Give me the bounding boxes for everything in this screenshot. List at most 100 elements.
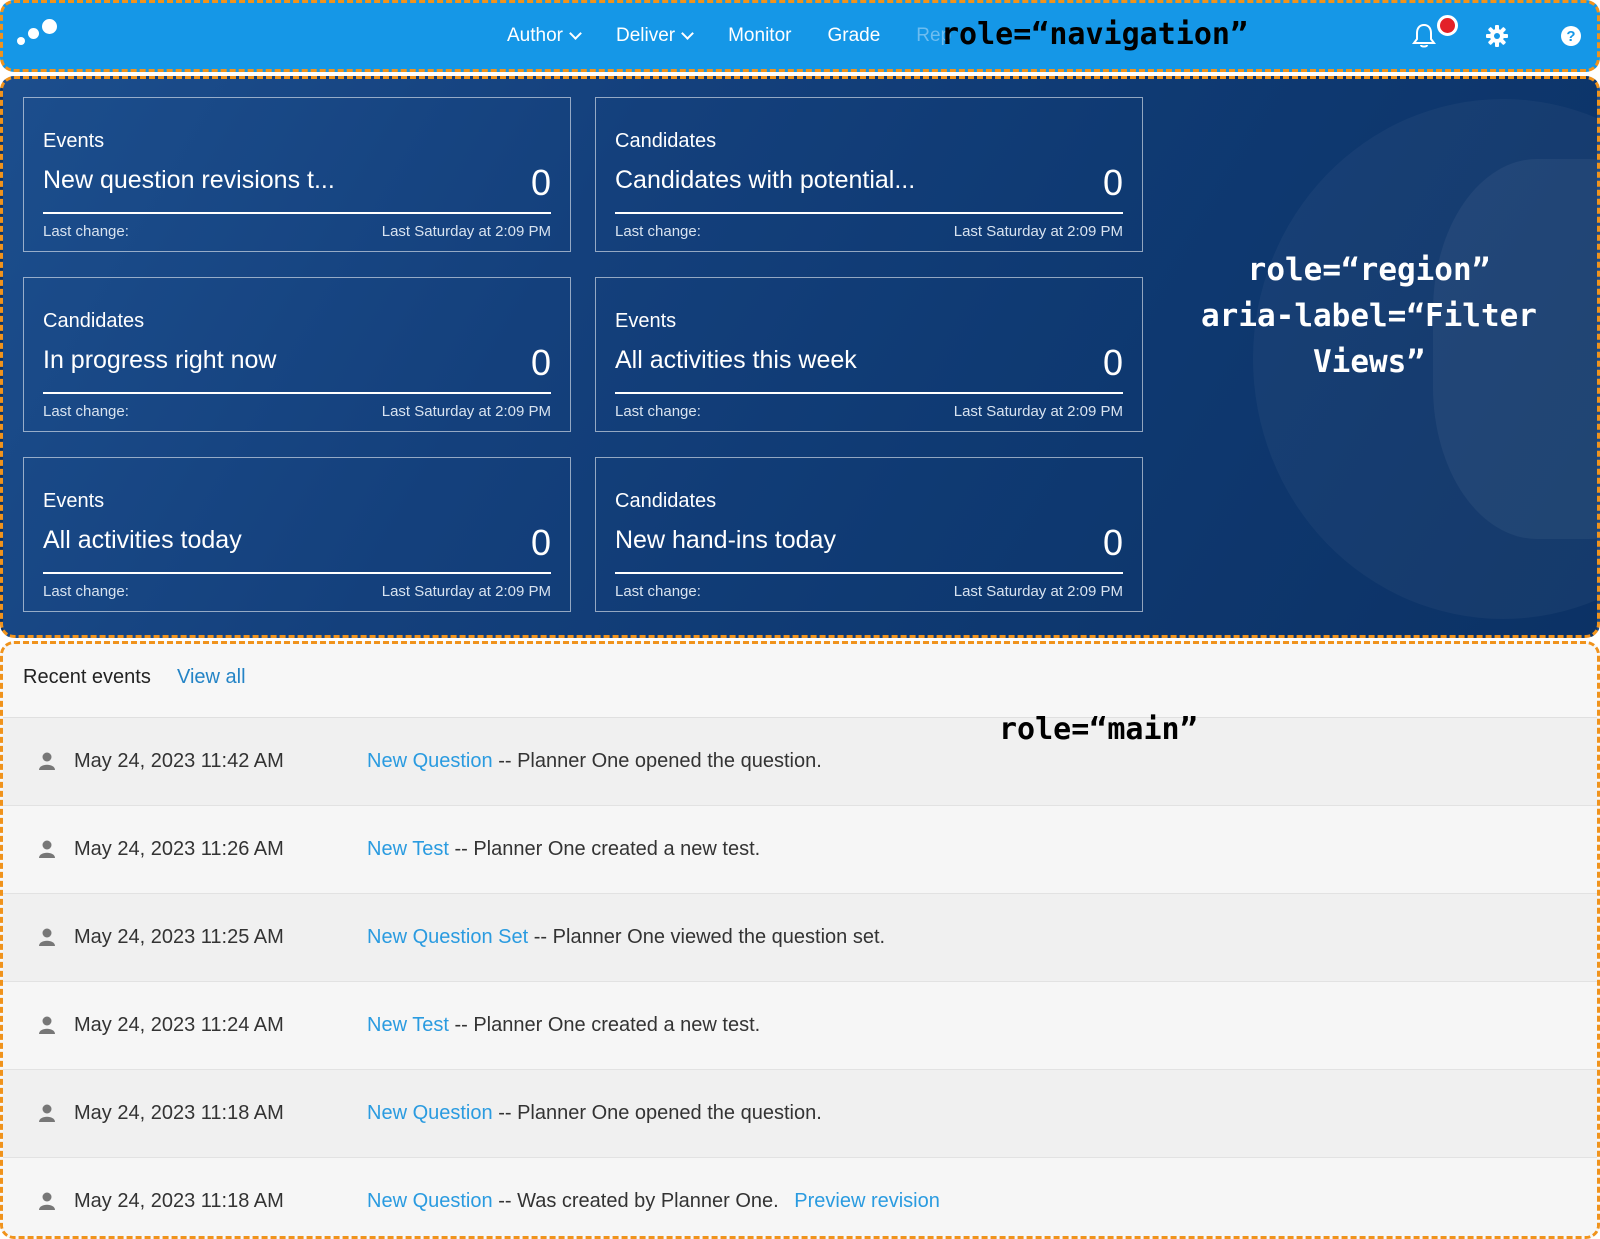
chevron-down-icon — [681, 27, 694, 40]
card-last-change-value: Last Saturday at 2:09 PM — [953, 403, 1123, 420]
card-category: Events — [43, 490, 105, 512]
event-link[interactable]: New Question Set — [367, 926, 528, 948]
recent-events-list: May 24, 2023 11:42 AM New Question -- Pl… — [3, 718, 1597, 1236]
card-category: Candidates — [615, 130, 717, 152]
gear-icon[interactable] — [1482, 21, 1512, 51]
top-navigation: Author Deliver Monitor Grade Rep role=“n… — [0, 0, 1600, 72]
card-last-change-label: Last change: — [615, 223, 701, 240]
event-description: New Question -- Planner One opened the q… — [367, 750, 822, 773]
card-count: 0 — [530, 162, 551, 203]
nav-item-grade-label: Grade — [827, 25, 881, 46]
event-separator: -- — [498, 1102, 512, 1124]
event-timestamp: May 24, 2023 11:25 AM — [74, 926, 284, 948]
card-category: Events — [615, 310, 677, 332]
filter-card[interactable]: Candidates Candidates with potential... … — [595, 97, 1143, 252]
card-last-change-label: Last change: — [615, 583, 701, 600]
event-link[interactable]: New Question — [367, 1102, 493, 1124]
card-last-change-label: Last change: — [43, 583, 129, 600]
nav-item-grade[interactable]: Grade — [809, 25, 898, 47]
card-count: 0 — [530, 522, 551, 563]
event-separator: -- — [498, 1190, 512, 1212]
event-separator: -- — [498, 750, 512, 772]
event-separator: -- — [533, 926, 548, 948]
nav-item-deliver-label: Deliver — [615, 25, 676, 46]
event-description: New Question Set -- Planner One viewed t… — [367, 926, 885, 949]
card-category: Events — [43, 130, 105, 152]
filter-card[interactable]: Events All activities this week 0 Last c… — [595, 277, 1143, 432]
event-timestamp: May 24, 2023 11:18 AM — [74, 1102, 284, 1124]
filter-card[interactable]: Candidates New hand-ins today 0 Last cha… — [595, 457, 1143, 612]
event-timestamp: May 24, 2023 11:26 AM — [74, 838, 284, 860]
event-separator: -- — [454, 838, 468, 860]
region-annotation-role: role=“region” — [1247, 252, 1491, 288]
main-menu: Author Deliver Monitor Grade Rep — [489, 3, 951, 69]
card-title: All activities this week — [615, 346, 857, 374]
card-last-change-label: Last change: — [615, 403, 701, 420]
event-description: New Test -- Planner One created a new te… — [367, 838, 760, 861]
logo-icon[interactable] — [15, 17, 65, 53]
card-title: New hand-ins today — [615, 526, 836, 554]
event-text: Planner One opened the question. — [517, 750, 822, 772]
list-item: May 24, 2023 11:24 AM New Test -- Planne… — [3, 982, 1597, 1070]
event-link[interactable]: New Question — [367, 1190, 493, 1212]
card-last-change-value: Last Saturday at 2:09 PM — [381, 223, 551, 240]
main-content: Recent events View all May 24, 2023 11:4… — [0, 641, 1600, 1239]
bell-icon[interactable] — [1409, 21, 1439, 51]
event-text: Planner One viewed the question set. — [552, 926, 886, 948]
event-link[interactable]: New Question — [367, 750, 493, 772]
card-divider — [43, 212, 551, 214]
list-item: May 24, 2023 11:25 AM New Question Set -… — [3, 894, 1597, 982]
filter-card[interactable]: Events New question revisions t... 0 Las… — [23, 97, 571, 252]
event-text: Was created by Planner One. — [517, 1190, 779, 1212]
card-last-change-label: Last change: — [43, 403, 129, 420]
card-divider — [43, 572, 551, 574]
event-separator: -- — [454, 1014, 468, 1036]
card-category: Candidates — [615, 490, 717, 512]
card-count: 0 — [1102, 342, 1123, 383]
filter-card[interactable]: Candidates In progress right now 0 Last … — [23, 277, 571, 432]
view-all-link[interactable]: View all — [177, 666, 246, 689]
card-last-change-label: Last change: — [43, 223, 129, 240]
card-title: All activities today — [43, 526, 242, 554]
navigation-role-annotation: role=“navigation” — [941, 17, 1249, 52]
region-annotation-label: aria-label=“Filter Views” — [1201, 298, 1537, 380]
chevron-down-icon — [569, 27, 582, 40]
event-description: New Test -- Planner One created a new te… — [367, 1014, 760, 1037]
card-divider — [615, 212, 1123, 214]
nav-item-monitor[interactable]: Monitor — [710, 25, 809, 47]
list-item: May 24, 2023 11:18 AM New Question -- Pl… — [3, 1070, 1597, 1158]
user-icon — [39, 1104, 55, 1122]
event-link[interactable]: New Test — [367, 838, 449, 860]
event-text: Planner One created a new test. — [473, 1014, 761, 1036]
nav-item-monitor-label: Monitor — [728, 25, 792, 46]
list-item: May 24, 2023 11:42 AM New Question -- Pl… — [3, 718, 1597, 806]
filter-card[interactable]: Events All activities today 0 Last chang… — [23, 457, 571, 612]
nav-item-deliver[interactable]: Deliver — [598, 25, 710, 47]
preview-revision-link[interactable]: Preview revision — [794, 1190, 940, 1212]
event-description: New Question -- Was created by Planner O… — [367, 1190, 940, 1213]
region-role-annotation: role=“region” aria-label=“Filter Views” — [1169, 247, 1569, 385]
main-role-annotation: role=“main” — [999, 712, 1198, 747]
card-last-change-value: Last Saturday at 2:09 PM — [381, 403, 551, 420]
help-icon[interactable]: ? — [1556, 21, 1586, 51]
card-title: In progress right now — [43, 346, 277, 374]
user-icon — [39, 840, 55, 858]
list-item: May 24, 2023 11:26 AM New Test -- Planne… — [3, 806, 1597, 894]
list-item: May 24, 2023 11:18 AM New Question -- Wa… — [3, 1158, 1597, 1236]
card-category: Candidates — [43, 310, 145, 332]
event-timestamp: May 24, 2023 11:18 AM — [74, 1190, 284, 1212]
event-text: Planner One opened the question. — [517, 1102, 822, 1124]
user-icon — [39, 928, 55, 946]
recent-events-heading: Recent events — [23, 666, 151, 688]
event-text: Planner One created a new test. — [473, 838, 761, 860]
card-divider — [615, 392, 1123, 394]
card-divider — [615, 572, 1123, 574]
card-last-change-value: Last Saturday at 2:09 PM — [381, 583, 551, 600]
filter-views-region: Events New question revisions t... 0 Las… — [0, 76, 1600, 638]
card-count: 0 — [1102, 162, 1123, 203]
event-link[interactable]: New Test — [367, 1014, 449, 1036]
nav-item-author[interactable]: Author — [489, 25, 598, 47]
card-title: Candidates with potential... — [615, 166, 916, 194]
event-timestamp: May 24, 2023 11:42 AM — [74, 750, 284, 772]
card-count: 0 — [530, 342, 551, 383]
